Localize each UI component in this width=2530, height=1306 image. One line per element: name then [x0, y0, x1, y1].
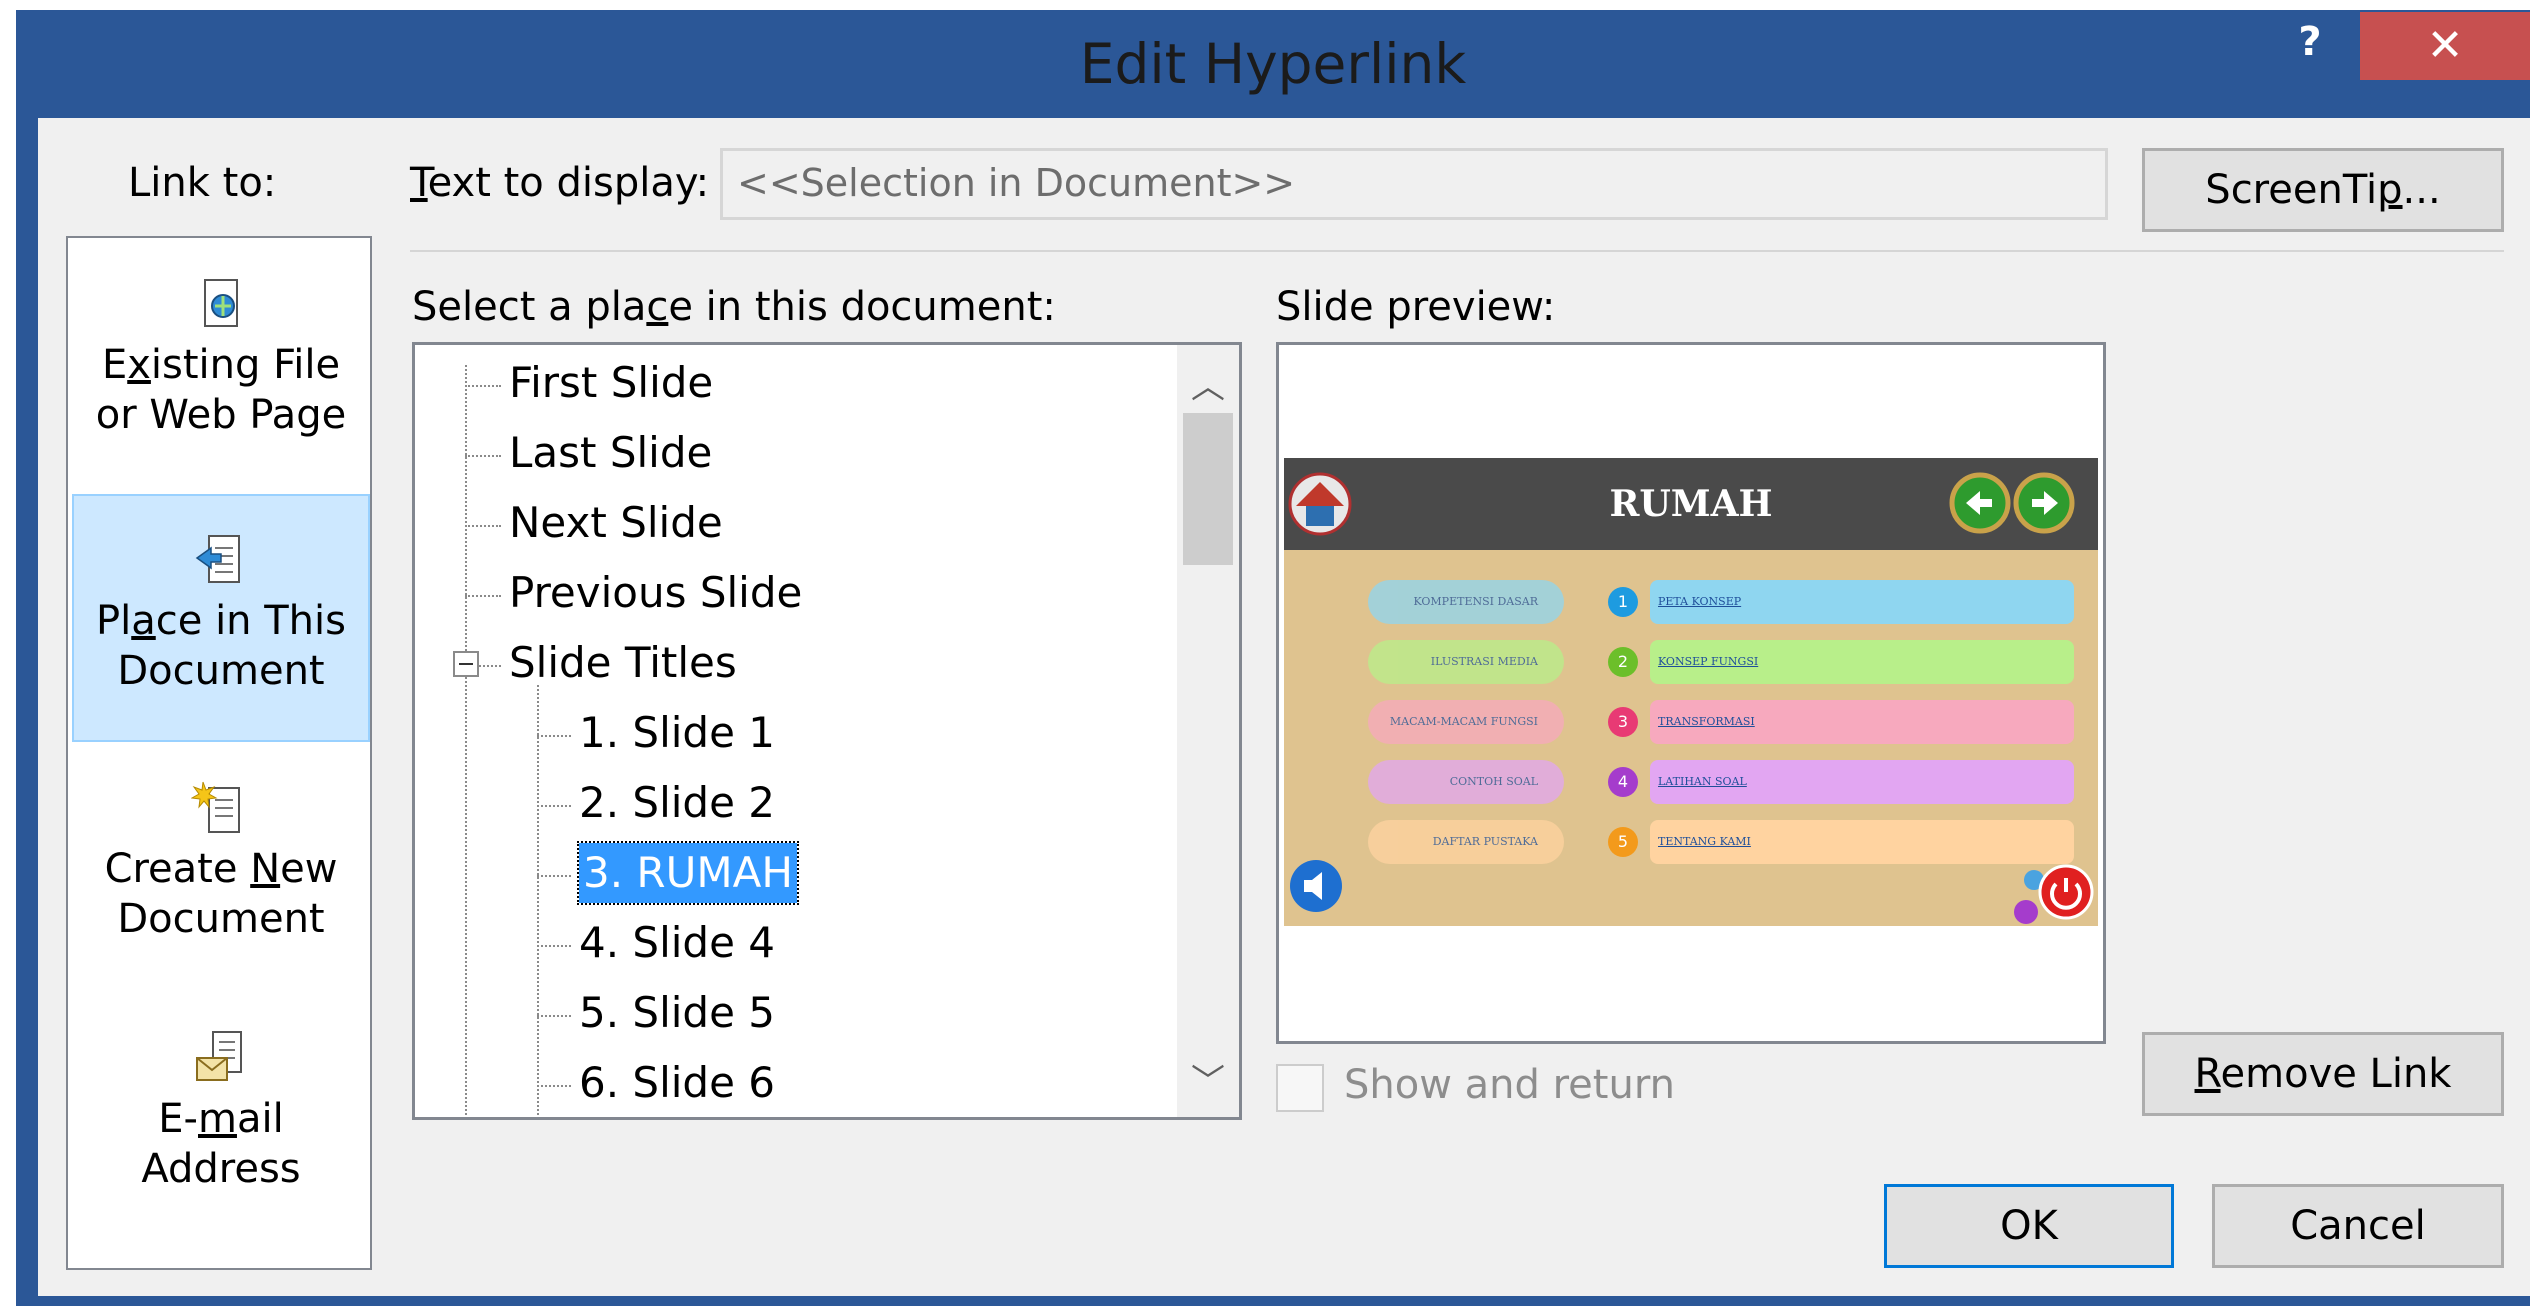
slide-menu-number: 4 — [1608, 767, 1638, 797]
ok-button[interactable]: OK — [1884, 1184, 2174, 1268]
link-to-existing-file[interactable]: Existing File or Web Page — [72, 274, 370, 474]
screentip-button[interactable]: ScreenTip... — [2142, 148, 2504, 232]
tree-connector — [465, 595, 501, 597]
link-to-label: Link to: — [128, 160, 277, 206]
cancel-button[interactable]: Cancel — [2212, 1184, 2504, 1268]
tree-item-slide-5[interactable]: 5. Slide 5 — [579, 983, 775, 1043]
slide-menu-left-label: MACAM-MACAM FUNGSI — [1368, 700, 1564, 744]
tree-connector — [537, 685, 539, 1117]
tree-item-slide-6[interactable]: 6. Slide 6 — [579, 1053, 775, 1113]
tree-connector — [537, 735, 571, 737]
remove-link-button[interactable]: Remove Link — [2142, 1032, 2504, 1116]
tree-connector — [537, 945, 571, 947]
slide-menu-number: 1 — [1608, 587, 1638, 617]
existing-file-icon — [204, 279, 238, 327]
show-and-return-label: Show and return — [1344, 1062, 1675, 1108]
slide-menu-number: 5 — [1608, 827, 1638, 857]
tree-connector — [537, 1085, 571, 1087]
tree-connector — [537, 1015, 571, 1017]
scroll-down-icon[interactable]: ﹀ — [1177, 1054, 1239, 1103]
tree-item-slide-2[interactable]: 2. Slide 2 — [579, 773, 775, 833]
slide-menu-left-label: ILUSTRASI MEDIA — [1368, 640, 1564, 684]
link-to-panel: Existing File or Web Page Place in This … — [66, 236, 372, 1270]
show-and-return-checkbox[interactable] — [1276, 1064, 1324, 1112]
link-to-create-new-document[interactable]: Create New Document — [72, 778, 370, 978]
tree-scrollbar[interactable]: ︿ ﹀ — [1177, 345, 1239, 1117]
slide-menu-right-label: PETA KONSEP — [1650, 580, 2074, 624]
tree-connector — [465, 525, 501, 527]
scrollbar-thumb[interactable] — [1183, 413, 1233, 565]
tree-connector — [465, 385, 501, 387]
slide-menu-right-label: TENTANG KAMI — [1650, 820, 2074, 864]
tree-item-rumah[interactable]: 3. RUMAH — [577, 841, 799, 905]
tree-item-next-slide[interactable]: Next Slide — [509, 493, 723, 553]
create-new-document-icon — [191, 781, 240, 833]
tree-connector — [537, 805, 571, 807]
tree-connector — [465, 365, 467, 1117]
minus-icon — [459, 663, 473, 665]
slide-menu-right-label: TRANSFORMASI — [1650, 700, 2074, 744]
slide-menu-left-label: DAFTAR PUSTAKA — [1368, 820, 1564, 864]
separator-line — [410, 250, 2504, 252]
collapse-toggle[interactable] — [453, 651, 479, 677]
slide-menu-number: 2 — [1608, 647, 1638, 677]
scroll-up-icon[interactable]: ︿ — [1177, 359, 1239, 408]
nav-arrows-icon — [1949, 472, 2075, 534]
dialog-title: Edit Hyperlink — [1079, 32, 1467, 96]
place-in-document-icon — [195, 535, 240, 583]
speaker-icon — [1290, 860, 1342, 912]
help-button[interactable]: ? — [2285, 12, 2335, 72]
text-to-display-label: Text to display: — [410, 160, 710, 206]
slide-preview-label: Slide preview: — [1276, 284, 1556, 330]
tree-item-slide-1[interactable]: 1. Slide 1 — [579, 703, 775, 763]
tree-connector — [465, 455, 501, 457]
slide-thumbnail: RUMAH KOMPETENSI DASAR 1 PETA KONSEP ILUSTR… — [1284, 458, 2098, 926]
select-place-label: Select a place in this document: — [412, 284, 1056, 330]
tree-item-slide-4[interactable]: 4. Slide 4 — [579, 913, 775, 973]
text-to-display-field[interactable]: <<Selection in Document>> — [720, 148, 2108, 220]
link-to-email-address[interactable]: E-mail Address — [72, 1028, 370, 1228]
tree-item-previous-slide[interactable]: Previous Slide — [509, 563, 802, 623]
tree-connector — [479, 665, 501, 667]
tree-item-first-slide[interactable]: First Slide — [509, 353, 713, 413]
slide-menu-number: 3 — [1608, 707, 1638, 737]
tree-item-last-slide[interactable]: Last Slide — [509, 423, 712, 483]
place-tree[interactable]: First Slide Last Slide Next Slide Previo… — [412, 342, 1242, 1120]
tree-item-slide-titles[interactable]: Slide Titles — [509, 633, 737, 693]
link-to-place-in-document[interactable]: Place in This Document — [72, 494, 370, 742]
slide-menu-left-label: KOMPETENSI DASAR — [1368, 580, 1564, 624]
slide-menu-left-label: CONTOH SOAL — [1368, 760, 1564, 804]
close-button[interactable]: ✕ — [2360, 12, 2530, 80]
email-address-icon — [196, 1031, 242, 1081]
slide-menu-right-label: LATIHAN SOAL — [1650, 760, 2074, 804]
exit-icon — [2014, 864, 2094, 924]
tree-connector — [537, 875, 571, 877]
slide-menu-right-label: KONSEP FUNGSI — [1650, 640, 2074, 684]
